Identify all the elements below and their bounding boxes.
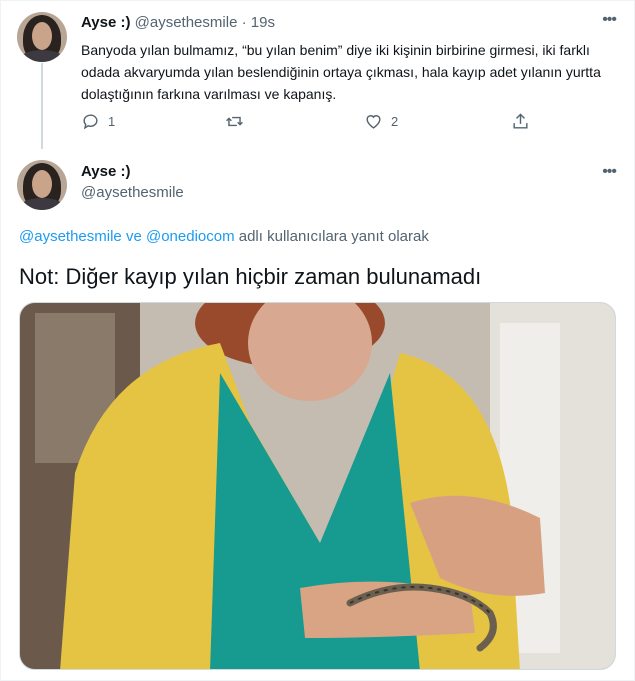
thread-connector-line xyxy=(41,63,43,149)
photo-person-holding-snake xyxy=(20,303,615,669)
share-icon xyxy=(513,113,528,129)
tweet-1[interactable]: Ayse :) @aysethesmile · 19s ••• Banyoda … xyxy=(1,1,634,151)
tweet-text: Not: Diğer kayıp yılan hiçbir zaman bulu… xyxy=(19,264,482,289)
timeline: Ayse :) @aysethesmile · 19s ••• Banyoda … xyxy=(0,0,635,681)
reply-context: @aysethesmile ve @onediocom adlı kullanı… xyxy=(19,228,429,245)
tweet-actions: 1 2 xyxy=(81,112,541,136)
reply-icon xyxy=(83,114,98,130)
author-name[interactable]: Ayse :) xyxy=(81,14,130,31)
heart-icon xyxy=(366,115,381,129)
tweet-photo[interactable] xyxy=(19,302,616,670)
reply-button[interactable]: 1 xyxy=(81,112,115,131)
reply-count: 1 xyxy=(108,114,116,129)
avatar[interactable] xyxy=(17,160,67,210)
retweet-button[interactable] xyxy=(225,112,252,131)
like-count: 2 xyxy=(391,114,399,129)
author-handle[interactable]: @aysethesmile xyxy=(81,184,184,201)
reply-joiner: ve xyxy=(121,228,146,245)
more-icon[interactable]: ••• xyxy=(602,163,617,181)
tweet-time[interactable]: 19s xyxy=(251,14,275,31)
mention-link[interactable]: @aysethesmile xyxy=(19,228,122,245)
avatar[interactable] xyxy=(17,12,67,62)
author-name[interactable]: Ayse :) xyxy=(81,163,130,180)
like-button[interactable]: 2 xyxy=(364,112,398,131)
retweet-icon xyxy=(226,116,243,127)
tweet-header: Ayse :) @aysethesmile · 19s xyxy=(81,14,275,31)
share-button[interactable] xyxy=(511,112,530,131)
tweet-2[interactable]: Ayse :) @aysethesmile ••• @aysethesmile … xyxy=(1,151,634,681)
tweet-text: Banyoda yılan bulmamız, “bu yılan benim”… xyxy=(81,42,601,102)
separator-dot: · xyxy=(241,14,247,31)
author-handle[interactable]: @aysethesmile xyxy=(135,14,238,31)
mention-link[interactable]: @onediocom xyxy=(146,228,235,245)
more-icon[interactable]: ••• xyxy=(602,11,617,29)
reply-suffix: adlı kullanıcılara yanıt olarak xyxy=(234,228,429,245)
